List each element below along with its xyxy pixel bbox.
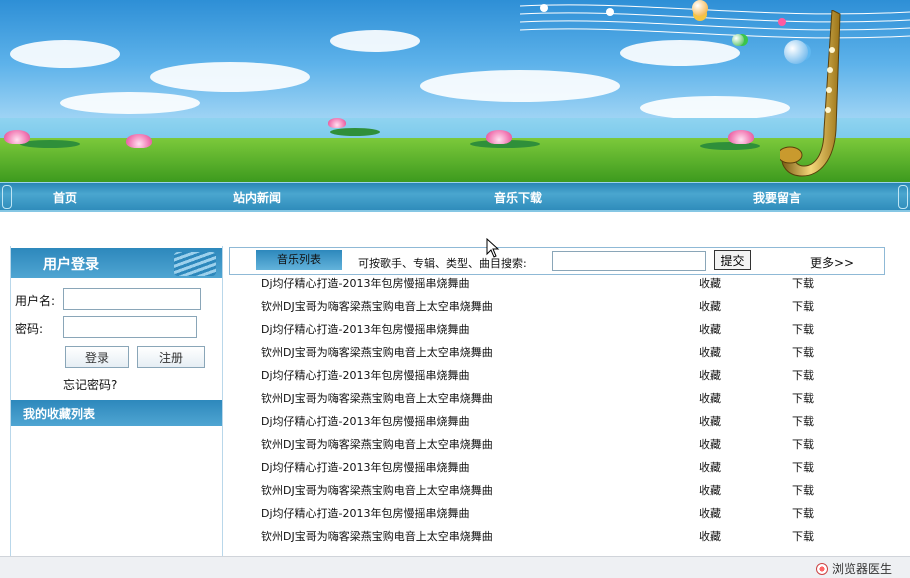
header-decoration [174,252,216,276]
song-row: 钦州DJ宝哥为嗨客梁燕宝购电音上太空串烧舞曲 收藏 下载 [261,530,861,553]
lily-pad [700,142,760,150]
favorite-link[interactable]: 收藏 [699,530,721,544]
password-label: 密码: [15,322,44,336]
login-panel-title: 用户登录 [43,257,99,273]
song-title-link[interactable]: 钦州DJ宝哥为嗨客梁燕宝购电音上太空串烧舞曲 [261,530,493,544]
username-input[interactable] [63,288,201,310]
lotus-flower [126,134,152,148]
password-input[interactable] [63,316,197,338]
saxophone-image [780,10,841,177]
download-link[interactable]: 下载 [792,461,814,475]
nav-item-home[interactable]: 首页 [53,189,77,206]
favorite-link[interactable]: 收藏 [699,346,721,360]
song-title-link[interactable]: Dj均仔精心打造-2013年包房慢摇串烧舞曲 [261,507,470,521]
download-link[interactable]: 下载 [792,507,814,521]
nav-item-news[interactable]: 站内新闻 [233,189,281,206]
search-input[interactable] [552,251,706,271]
song-row: Dj均仔精心打造-2013年包房慢摇串烧舞曲 收藏 下载 [261,369,861,392]
download-link[interactable]: 下载 [792,530,814,544]
submit-button[interactable]: 提交 [714,250,751,270]
cloud [60,92,200,114]
song-row: 钦州DJ宝哥为嗨客梁燕宝购电音上太空串烧舞曲 收藏 下载 [261,484,861,507]
browser-doctor-icon [815,563,828,575]
login-button[interactable]: 登录 [65,346,129,368]
song-row: Dj均仔精心打造-2013年包房慢摇串烧舞曲 收藏 下载 [261,461,861,484]
song-title-link[interactable]: Dj均仔精心打造-2013年包房慢摇串烧舞曲 [261,369,470,383]
song-row: 钦州DJ宝哥为嗨客梁燕宝购电音上太空串烧舞曲 收藏 下载 [261,300,861,323]
download-link[interactable]: 下载 [792,323,814,337]
song-row: 钦州DJ宝哥为嗨客梁燕宝购电音上太空串烧舞曲 收藏 下载 [261,346,861,369]
mouse-cursor-icon [486,238,500,258]
bubble [732,34,744,46]
browser-doctor-button[interactable]: 浏览器医生 [815,560,892,577]
header-banner [0,0,910,182]
favorite-link[interactable]: 收藏 [699,300,721,314]
favorite-link[interactable]: 收藏 [699,507,721,521]
music-staff-decoration [520,4,910,60]
download-link[interactable]: 下载 [792,438,814,452]
login-panel-header: 用户登录 [11,248,222,278]
song-title-link[interactable]: 钦州DJ宝哥为嗨客梁燕宝购电音上太空串烧舞曲 [261,392,493,406]
favorite-link[interactable]: 收藏 [699,277,721,291]
nav-item-music-download[interactable]: 音乐下载 [494,189,542,206]
download-link[interactable]: 下载 [792,415,814,429]
favorites-panel-title: 我的收藏列表 [23,407,96,421]
register-button[interactable]: 注册 [137,346,205,368]
download-link[interactable]: 下载 [792,277,814,291]
song-title-link[interactable]: 钦州DJ宝哥为嗨客梁燕宝购电音上太空串烧舞曲 [261,300,493,314]
bubble [692,0,708,16]
music-list-toolbar: 音乐列表 可按歌手、专辑、类型、曲目搜索: 提交 更多>> [229,247,885,275]
cloud [150,62,310,92]
nav-corner-decoration [898,185,908,209]
song-row: 钦州DJ宝哥为嗨客梁燕宝购电音上太空串烧舞曲 收藏 下载 [261,438,861,461]
favorite-link[interactable]: 收藏 [699,392,721,406]
favorite-link[interactable]: 收藏 [699,461,721,475]
cloud [640,96,790,120]
download-link[interactable]: 下载 [792,392,814,406]
song-title-link[interactable]: Dj均仔精心打造-2013年包房慢摇串烧舞曲 [261,323,470,337]
song-row: Dj均仔精心打造-2013年包房慢摇串烧舞曲 收藏 下载 [261,507,861,530]
tab-music-list[interactable]: 音乐列表 [256,250,342,270]
browser-doctor-label: 浏览器医生 [831,562,892,576]
more-link[interactable]: 更多>> [810,254,854,271]
song-title-link[interactable]: Dj均仔精心打造-2013年包房慢摇串烧舞曲 [261,461,470,475]
song-title-link[interactable]: 钦州DJ宝哥为嗨客梁燕宝购电音上太空串烧舞曲 [261,484,493,498]
favorite-link[interactable]: 收藏 [699,438,721,452]
download-link[interactable]: 下载 [792,484,814,498]
song-title-link[interactable]: 钦州DJ宝哥为嗨客梁燕宝购电音上太空串烧舞曲 [261,438,493,452]
lotus-flower [4,130,30,144]
download-link[interactable]: 下载 [792,346,814,360]
song-title-link[interactable]: Dj均仔精心打造-2013年包房慢摇串烧舞曲 [261,415,470,429]
favorite-link[interactable]: 收藏 [699,323,721,337]
song-row: Dj均仔精心打造-2013年包房慢摇串烧舞曲 收藏 下载 [261,277,861,300]
cloud [420,70,620,102]
main-nav: 首页 站内新闻 音乐下载 我要留言 [0,182,910,212]
forgot-password-link[interactable]: 忘记密码? [63,376,117,393]
nav-item-guestbook[interactable]: 我要留言 [753,189,801,206]
download-link[interactable]: 下载 [792,369,814,383]
favorite-link[interactable]: 收藏 [699,415,721,429]
left-sidebar: 用户登录 用户名: 密码: 登录 注册 忘记密码? 我的收藏列表 [10,246,223,556]
download-link[interactable]: 下载 [792,300,814,314]
song-title-link[interactable]: Dj均仔精心打造-2013年包房慢摇串烧舞曲 [261,277,470,291]
browser-status-bar: 浏览器医生 [0,556,910,578]
song-row: 钦州DJ宝哥为嗨客梁燕宝购电音上太空串烧舞曲 收藏 下载 [261,392,861,415]
favorite-link[interactable]: 收藏 [699,369,721,383]
username-label: 用户名: [15,294,56,308]
lily-pad [20,140,80,148]
lotus-flower [728,130,754,144]
song-row: Dj均仔精心打造-2013年包房慢摇串烧舞曲 收藏 下载 [261,415,861,438]
song-row: Dj均仔精心打造-2013年包房慢摇串烧舞曲 收藏 下载 [261,323,861,346]
search-label: 可按歌手、专辑、类型、曲目搜索: [358,257,527,270]
lily-pad [330,128,380,136]
song-list: Dj均仔精心打造-2013年包房慢摇串烧舞曲 收藏 下载 钦州DJ宝哥为嗨客梁燕宝购电… [261,277,861,553]
favorites-panel-header: 我的收藏列表 [11,400,222,426]
favorite-link[interactable]: 收藏 [699,484,721,498]
lotus-flower [486,130,512,144]
cloud [10,40,120,68]
cloud [330,30,420,52]
nav-corner-decoration [2,185,12,209]
lotus-flower [328,118,346,128]
song-title-link[interactable]: 钦州DJ宝哥为嗨客梁燕宝购电音上太空串烧舞曲 [261,346,493,360]
